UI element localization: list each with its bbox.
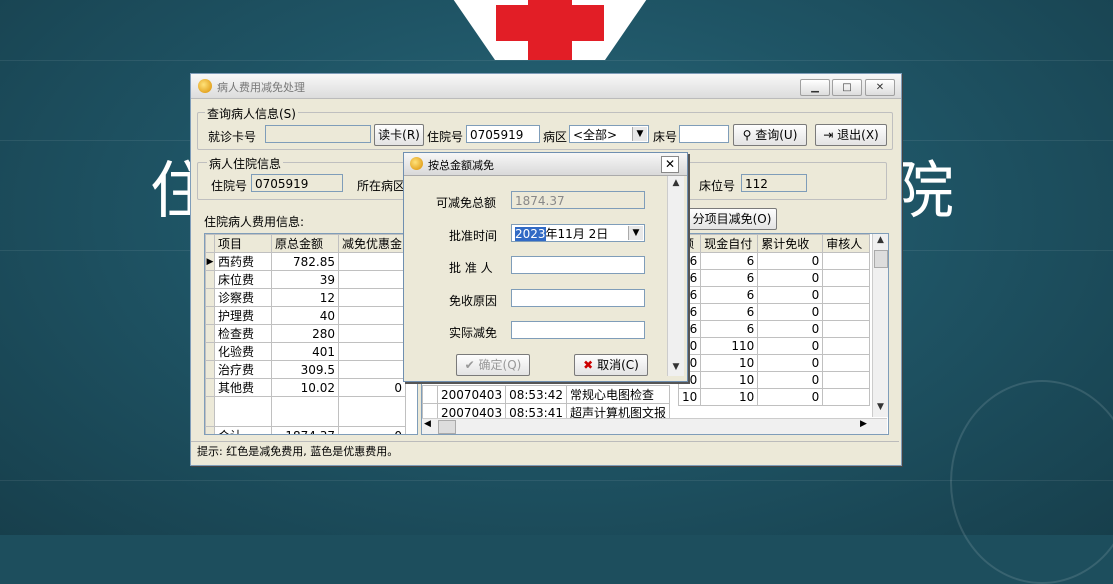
chevron-down-icon[interactable]: ▼: [632, 127, 647, 141]
patient-bed-value: 112: [741, 174, 807, 192]
bed-label: 床号: [653, 130, 678, 144]
total-reduction-dialog: 按总金额减免 ✕ 可减免总额 1874.37 批准时间 2023年11月 2日 …: [403, 152, 688, 382]
reason-input[interactable]: [511, 289, 645, 307]
column-header[interactable]: 项目: [214, 234, 272, 253]
date-rest: 年11月 2日: [545, 227, 609, 241]
close-button[interactable]: ✕: [865, 79, 895, 96]
column-header[interactable]: 审核人: [822, 234, 871, 253]
date-year: 2023: [515, 227, 546, 241]
table-row[interactable]: 10 10 0: [677, 388, 871, 406]
table-row[interactable]: 诊察费 12: [205, 288, 407, 307]
confirm-button[interactable]: ✔ 确定(Q): [456, 354, 530, 376]
total-value: 1874.37: [511, 191, 645, 209]
table-row[interactable]: 660: [677, 269, 871, 287]
app-icon: [198, 79, 212, 93]
exit-button[interactable]: ⇥ 退出(X): [815, 124, 887, 146]
total-label: 可减免总额: [436, 196, 497, 210]
cancel-button[interactable]: ✖ 取消(C): [574, 354, 648, 376]
column-header[interactable]: 减免优惠金: [337, 234, 407, 253]
actual-reduction-input[interactable]: [511, 321, 645, 339]
cancel-x-icon: ✖: [583, 358, 594, 372]
table-row[interactable]: 护理费 40: [205, 306, 407, 325]
date-label: 批准时间: [449, 229, 498, 243]
window-titlebar[interactable]: 病人费用减免处理 ▁ □ ✕: [191, 74, 901, 99]
table-row[interactable]: 660: [677, 286, 871, 304]
check-icon: ✔: [464, 358, 475, 372]
patient-admission-value: 0705919: [251, 174, 343, 192]
scroll-down-icon[interactable]: ▼: [668, 362, 684, 372]
bed-input[interactable]: [679, 125, 729, 143]
table-row[interactable]: ▶ 西药费 782.85: [205, 252, 407, 271]
query-group-title: 查询病人信息(S): [205, 105, 298, 122]
hscroll-thumb[interactable]: [438, 420, 456, 434]
binoculars-icon: ⚲: [742, 128, 752, 142]
scroll-up-icon[interactable]: ▲: [668, 178, 684, 188]
query-button[interactable]: ⚲ 查询(U): [733, 124, 807, 146]
table-row[interactable]: 10 10 0: [677, 371, 871, 389]
vertical-scrollbar[interactable]: ▲ ▼: [872, 234, 888, 417]
patient-bed-label: 床位号: [699, 179, 736, 193]
dialog-app-icon: [410, 157, 423, 170]
horizontal-scrollbar[interactable]: ◀ ▶: [422, 418, 887, 434]
approver-input[interactable]: [511, 256, 645, 274]
table-row[interactable]: 660: [677, 252, 871, 270]
table-row[interactable]: [205, 396, 407, 427]
table-row[interactable]: 化验费 401: [205, 342, 407, 361]
status-bar: 提示: 红色是减免费用, 蓝色是优惠费用。: [191, 441, 899, 461]
dialog-vertical-scrollbar[interactable]: ▲ ▼: [667, 176, 684, 376]
admission-label: 住院号: [427, 130, 464, 144]
column-header[interactable]: 现金自付: [700, 234, 759, 253]
split-reduction-button[interactable]: 分项目减免(O): [687, 208, 777, 230]
table-row[interactable]: 10 10 0: [677, 354, 871, 372]
reason-label: 免收原因: [449, 294, 498, 308]
scroll-right-icon[interactable]: ▶: [860, 419, 867, 429]
table-row[interactable]: 20070403 08:53:42 常规心电图检查: [422, 385, 671, 404]
maximize-button[interactable]: □: [832, 79, 862, 96]
ward-label: 病区: [543, 130, 568, 144]
scroll-up-icon[interactable]: ▲: [873, 235, 888, 245]
table-row[interactable]: 660: [677, 320, 871, 338]
minimize-button[interactable]: ▁: [800, 79, 830, 96]
patient-group-title: 病人住院信息: [207, 155, 284, 172]
table-row[interactable]: 660: [677, 303, 871, 321]
window-title: 病人费用减免处理: [217, 81, 305, 94]
table-row[interactable]: 治疗费 309.5: [205, 360, 407, 379]
total-row[interactable]: 合计1874.370: [205, 426, 407, 434]
ward-select-value: <全部>: [573, 128, 618, 142]
table-row[interactable]: 10 110 0: [677, 337, 871, 355]
dialog-titlebar[interactable]: 按总金额减免 ✕: [404, 153, 687, 176]
patient-dept-label: 所在病区: [357, 179, 406, 193]
row-pointer-icon: ▶: [205, 252, 215, 271]
exit-door-icon: ⇥: [823, 128, 834, 142]
admission-input[interactable]: 0705919: [466, 125, 540, 143]
table-row[interactable]: 检查费 280: [205, 324, 407, 343]
dialog-title: 按总金额减免: [428, 159, 494, 172]
fee-summary-grid[interactable]: 项目 原总金额 减免优惠金 ▶ 西药费 782.85 床位费 39 诊察费 12 护理费…: [204, 233, 418, 435]
table-row[interactable]: 床位费 39: [205, 270, 407, 289]
actual-label: 实际减免: [449, 326, 498, 340]
scroll-left-icon[interactable]: ◀: [424, 419, 431, 429]
approver-label: 批 准 人: [449, 261, 493, 275]
card-input[interactable]: [265, 125, 371, 143]
column-header[interactable]: 原总金额: [271, 234, 339, 253]
approval-date-picker[interactable]: 2023年11月 2日 ▼: [511, 224, 645, 242]
chevron-down-icon[interactable]: ▼: [628, 226, 643, 240]
patient-admission-label: 住院号: [211, 179, 248, 193]
column-header[interactable]: 累计免收: [757, 234, 824, 253]
fee-section-title: 住院病人费用信息:: [204, 215, 305, 229]
card-label: 就诊卡号: [208, 130, 257, 144]
scroll-down-icon[interactable]: ▼: [873, 402, 888, 412]
scroll-thumb[interactable]: [874, 250, 888, 268]
dialog-close-icon[interactable]: ✕: [661, 156, 679, 173]
table-row[interactable]: 其他费 10.02 0: [205, 378, 407, 397]
read-card-button[interactable]: 读卡(R): [374, 124, 424, 146]
ward-select[interactable]: <全部> ▼: [569, 125, 649, 143]
